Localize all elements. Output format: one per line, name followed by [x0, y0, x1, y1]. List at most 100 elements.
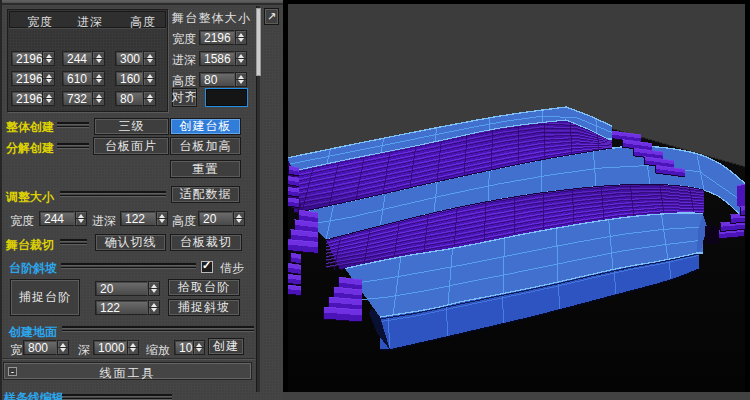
grid-r3c1-field[interactable]: 2196	[11, 91, 42, 106]
resize-field0-spin-down-icon[interactable]	[76, 219, 86, 226]
grid-r3c3-spin-down-icon[interactable]	[144, 99, 155, 106]
application-window: { "window": { "kind": "3d-modeling-tool-…	[0, 0, 750, 400]
create-ground-button[interactable]: 创建	[208, 338, 244, 355]
align-pick-field[interactable]	[205, 88, 248, 107]
capture-slope-button[interactable]: 捕捉斜坡	[168, 299, 240, 316]
grid-r3c1-spinner[interactable]	[42, 91, 55, 106]
divider-resize	[60, 191, 166, 197]
resize-field2-field[interactable]: 20	[198, 211, 233, 226]
ground-field1-spinner[interactable]	[127, 340, 139, 355]
ground-field2-spin-down-icon[interactable]	[194, 348, 204, 355]
resize-field1-field[interactable]: 122	[120, 211, 156, 226]
overall-row3-spinner[interactable]	[235, 72, 247, 87]
grid-r2c1-spinner[interactable]	[42, 71, 55, 86]
grid-r2c3-spinner[interactable]	[143, 71, 156, 86]
panel-left-edge	[0, 0, 2, 400]
ground-field2-field[interactable]: 10	[174, 340, 193, 355]
steps-field2-spin-down-icon[interactable]	[149, 308, 159, 315]
overall-row3-value: 80	[204, 73, 217, 87]
overall-row1-spin-down-icon[interactable]	[236, 38, 246, 45]
platform-raise-button[interactable]: 台板加高	[170, 137, 241, 155]
resize-field1-spin-down-icon[interactable]	[157, 219, 167, 226]
overall-row1-field[interactable]: 2196	[199, 30, 235, 45]
steps-field1-field[interactable]: 20	[95, 281, 148, 296]
grid-r1c3-spinner[interactable]	[143, 51, 156, 66]
borrow-step-checkbox[interactable]: ✓	[201, 261, 213, 273]
grid-r3c3-spinner[interactable]	[143, 91, 156, 106]
divider-spline	[62, 394, 172, 400]
grid-r3c2-spinner[interactable]	[92, 91, 105, 106]
ground-field1-field[interactable]: 1000	[93, 340, 127, 355]
ground-field0-field[interactable]: 800	[23, 340, 57, 355]
grid-r3c1-value: 2196	[16, 92, 43, 106]
overall-row1-spinner[interactable]	[235, 30, 247, 45]
panel-separator	[2, 358, 255, 359]
grid-r3c3-field[interactable]: 80	[115, 91, 143, 106]
platform-crop-button-label: 台板裁切	[180, 234, 232, 251]
resize-field0-field[interactable]: 244	[39, 211, 75, 226]
grid-r2c3-field[interactable]: 160	[115, 71, 143, 86]
grid-r2c2-spinner[interactable]	[92, 71, 105, 86]
fit-data-button[interactable]: 适配数据	[171, 186, 240, 203]
platform-patch-button[interactable]: 台板面片	[93, 137, 169, 155]
grid-r3c1-spin-down-icon[interactable]	[43, 99, 54, 106]
resize-field2-spin-down-icon[interactable]	[234, 219, 244, 226]
section-crop-label: 舞台裁切	[6, 237, 54, 254]
grid-r1c2-spinner[interactable]	[92, 51, 105, 66]
grid-r3c2-spin-down-icon[interactable]	[93, 99, 104, 106]
three-level-button[interactable]: 三级	[94, 118, 169, 135]
grid-r1c1-field[interactable]: 2196	[11, 51, 42, 66]
tool-panel: 宽度 进深 高度 2196 244 300 2196 610 160 2196 …	[0, 0, 283, 400]
capture-steps-button[interactable]: 捕捉台阶	[10, 279, 80, 316]
overall-row2-spinner[interactable]	[235, 51, 247, 66]
ground-field0-spinner[interactable]	[57, 340, 69, 355]
rollout-line-tools[interactable]: - 线面工具	[4, 363, 251, 379]
overall-row1-value: 2196	[204, 31, 231, 45]
resize-field0-spinner[interactable]	[75, 211, 87, 226]
reset-button[interactable]: 重置	[170, 160, 241, 178]
steps-field1-spin-down-icon[interactable]	[149, 289, 159, 296]
grid-r1c3-field[interactable]: 300	[115, 51, 143, 66]
check-icon: ✓	[202, 259, 211, 272]
steps-field2-field[interactable]: 122	[95, 300, 148, 315]
steps-field2-spinner[interactable]	[148, 300, 160, 315]
steps-field1-spinner[interactable]	[148, 281, 160, 296]
section-create-split-label: 分解创建	[6, 140, 54, 157]
confirm-cutline-button[interactable]: 确认切线	[95, 234, 166, 251]
grid-r1c3-spin-down-icon[interactable]	[144, 59, 155, 66]
ground-field2-spinner[interactable]	[193, 340, 205, 355]
create-platform-button[interactable]: 创建台板	[170, 118, 241, 135]
capture-steps-button-label: 捕捉台阶	[19, 289, 71, 306]
viewport-3d-scene[interactable]	[283, 0, 750, 392]
overall-row3-field[interactable]: 80	[199, 72, 235, 87]
grid-r2c1-spin-down-icon[interactable]	[43, 79, 54, 86]
grid-r1c1-spinner[interactable]	[42, 51, 55, 66]
platform-crop-button[interactable]: 台板裁切	[170, 234, 242, 251]
grid-r3c2-field[interactable]: 732	[62, 91, 92, 106]
divider-steps	[61, 263, 196, 269]
grid-r2c2-spin-down-icon[interactable]	[93, 79, 104, 86]
confirm-cutline-button-label: 确认切线	[105, 234, 157, 251]
resize-field2-spinner[interactable]	[233, 211, 245, 226]
divider-create-whole	[57, 122, 89, 128]
expand-panel-button[interactable]: ↗	[264, 8, 279, 25]
panel-top-ridge	[0, 0, 283, 5]
scrollbar-thumb[interactable]	[256, 8, 261, 76]
grid-r2c2-field[interactable]: 610	[62, 71, 92, 86]
ground-field0-spin-down-icon[interactable]	[58, 348, 68, 355]
grid-r1c2-value: 244	[67, 52, 87, 66]
resize-field1-spinner[interactable]	[156, 211, 168, 226]
align-button[interactable]: 对齐	[172, 88, 197, 107]
overall-row2-spin-down-icon[interactable]	[236, 59, 246, 66]
grid-r1c1-spin-down-icon[interactable]	[43, 59, 54, 66]
grid-r2c1-field[interactable]: 2196	[11, 71, 42, 86]
overall-row3-spin-down-icon[interactable]	[236, 80, 246, 87]
ground-field1-spin-down-icon[interactable]	[128, 348, 138, 355]
viewport[interactable]	[283, 0, 750, 400]
grid-r1c2-spin-down-icon[interactable]	[93, 59, 104, 66]
pick-steps-button[interactable]: 拾取台阶	[168, 279, 240, 296]
overall-row2-field[interactable]: 1586	[199, 51, 235, 66]
grid-r2c3-spin-down-icon[interactable]	[144, 79, 155, 86]
section-create-whole-label: 整体创建	[6, 119, 54, 136]
grid-r1c2-field[interactable]: 244	[62, 51, 92, 66]
